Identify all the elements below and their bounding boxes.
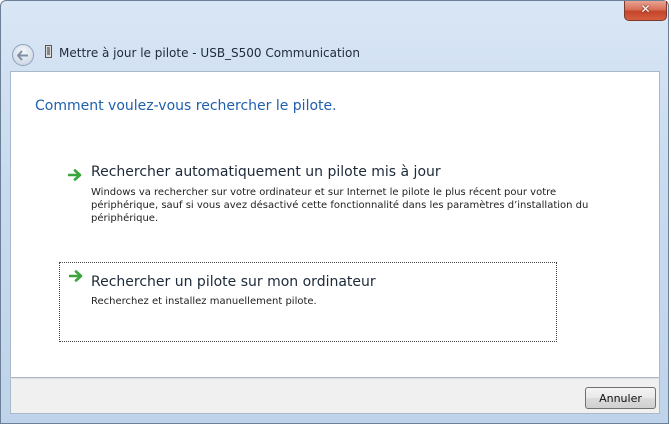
- window-title: Mettre à jour le pilote - USB_S500 Commu…: [59, 46, 360, 60]
- search-automatically-option[interactable]: Rechercher automatiquement un pilote mis…: [59, 162, 588, 224]
- close-button[interactable]: ✕: [624, 1, 667, 21]
- option-description: Recherchez et installez manuellement pil…: [91, 296, 317, 307]
- option-title: Rechercher un pilote sur mon ordinateur: [91, 274, 376, 290]
- green-arrow-icon: [68, 169, 82, 181]
- cancel-button[interactable]: Annuler: [585, 387, 656, 409]
- page-heading: Comment voulez-vous rechercher le pilote…: [35, 98, 337, 114]
- option-description: Windows va rechercher sur votre ordinate…: [91, 187, 589, 224]
- close-icon: ✕: [640, 2, 651, 16]
- wizard-footer: Annuler: [10, 378, 660, 414]
- back-arrow-icon: [17, 50, 28, 61]
- wizard-content: Comment voulez-vous rechercher le pilote…: [10, 71, 660, 378]
- green-arrow-icon: [69, 270, 83, 282]
- back-button[interactable]: [12, 44, 34, 66]
- option-title: Rechercher automatiquement un pilote mis…: [91, 164, 441, 180]
- wizard-window: ✕ Mettre à jour le pilote - USB_S500 Com…: [0, 0, 669, 424]
- browse-computer-option[interactable]: Rechercher un pilote sur mon ordinateur …: [59, 262, 557, 342]
- usb-device-icon: [45, 45, 52, 58]
